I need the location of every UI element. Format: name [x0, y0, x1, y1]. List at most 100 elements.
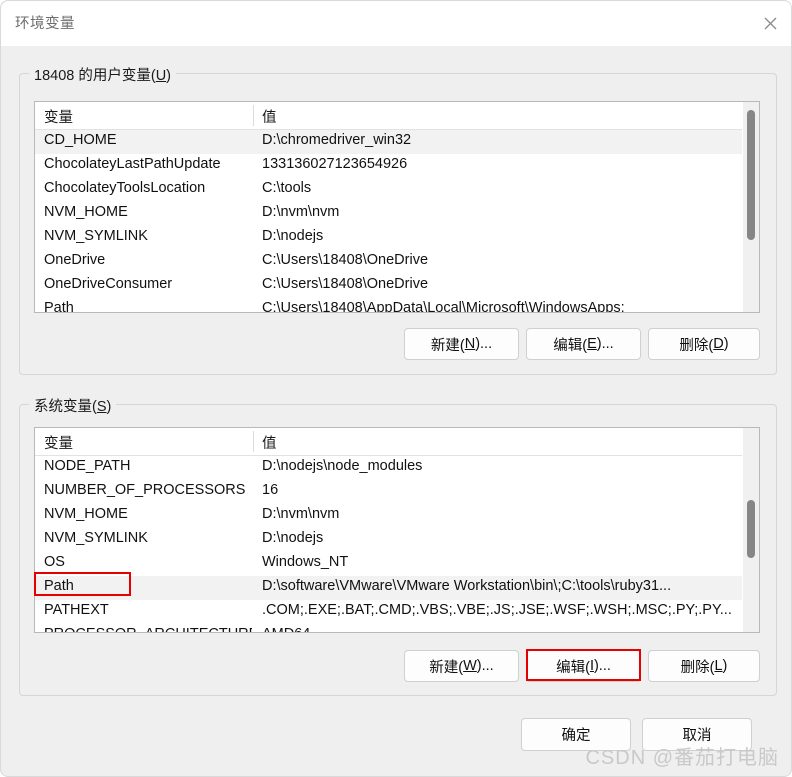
table-row[interactable]: NVM_HOME D:\nvm\nvm: [35, 202, 759, 226]
system-row-3-name: NVM_SYMLINK: [44, 530, 148, 546]
table-row[interactable]: NODE_PATH D:\nodejs\node_modules: [35, 456, 759, 480]
system-delete-prefix: 删除(: [680, 659, 715, 676]
user-edit-prefix: 编辑(: [553, 337, 588, 354]
user-row-1-name: ChocolateyLastPathUpdate: [44, 156, 221, 172]
watermark: CSDN @番茄打电脑: [585, 747, 779, 769]
system-row-7-value: AMD64: [262, 626, 732, 632]
user-edit-suffix: )...: [596, 336, 614, 352]
table-row[interactable]: OS Windows_NT: [35, 552, 759, 576]
system-row-4-name: OS: [44, 554, 65, 570]
system-row-2-value: D:\nvm\nvm: [262, 506, 340, 522]
user-delete-button[interactable]: 删除(D): [648, 328, 760, 360]
user-legend-suffix: ): [166, 68, 172, 84]
table-row[interactable]: PATHEXT .COM;.EXE;.BAT;.CMD;.VBS;.VBE;.J…: [35, 600, 759, 624]
window-title: 环境变量: [15, 16, 75, 32]
system-row-6-value: .COM;.EXE;.BAT;.CMD;.VBS;.VBE;.JS;.JSE;.…: [262, 602, 732, 618]
table-row[interactable]: NVM_HOME D:\nvm\nvm: [35, 504, 759, 528]
system-row-4-value: Windows_NT: [262, 554, 349, 570]
system-row-5-value: D:\software\VMware\VMware Workstation\bi…: [262, 578, 672, 594]
user-new-suffix: )...: [475, 336, 493, 352]
table-row[interactable]: NVM_SYMLINK D:\nodejs: [35, 226, 759, 250]
user-delete-suffix: ): [723, 336, 729, 352]
system-new-suffix: )...: [476, 658, 494, 674]
table-row[interactable]: ChocolateyLastPathUpdate 133136027123654…: [35, 154, 759, 178]
system-column-header-name[interactable]: 变量: [44, 432, 73, 453]
title-bar: 环境变量: [1, 1, 791, 46]
user-row-3-value: D:\nvm\nvm: [262, 204, 340, 220]
table-row[interactable]: OneDriveConsumer C:\Users\18408\OneDrive: [35, 274, 759, 298]
system-edit-prefix: 编辑(: [556, 659, 590, 676]
user-list-body: CD_HOME D:\chromedriver_win32 Chocolatey…: [35, 130, 759, 313]
environment-variables-dialog: 环境变量 18408 的用户变量(U) 变量 值 CD_HOME D:\chro…: [0, 0, 792, 777]
user-delete-prefix: 删除(: [679, 337, 714, 354]
user-row-5-name: OneDrive: [44, 252, 106, 268]
user-row-1-value: 133136027123654926: [262, 156, 408, 172]
user-row-0-name: CD_HOME: [44, 132, 117, 148]
system-new-accel: W: [463, 658, 477, 674]
user-new-accel: N: [464, 336, 476, 352]
table-row[interactable]: CD_HOME D:\chromedriver_win32: [35, 130, 759, 154]
table-row[interactable]: OneDrive C:\Users\18408\OneDrive: [35, 250, 759, 274]
system-legend-suffix: ): [106, 399, 112, 415]
user-variables-list[interactable]: 变量 值 CD_HOME D:\chromedriver_win32 Choco…: [34, 101, 760, 313]
user-new-button[interactable]: 新建(N)...: [404, 328, 519, 360]
table-row[interactable]: NUMBER_OF_PROCESSORS 16: [35, 480, 759, 504]
user-new-prefix: 新建(: [430, 337, 465, 354]
system-variables-list[interactable]: 变量 值 NODE_PATH D:\nodejs\node_modules NU…: [34, 427, 760, 633]
user-row-5-value: C:\Users\18408\OneDrive: [262, 252, 429, 268]
user-header-divider: [253, 105, 254, 126]
system-delete-button[interactable]: 删除(L): [648, 650, 760, 682]
system-list-scrollbar[interactable]: [742, 428, 759, 632]
table-row[interactable]: Path D:\software\VMware\VMware Workstati…: [35, 576, 759, 600]
system-row-0-value: D:\nodejs\node_modules: [262, 458, 423, 474]
user-row-4-name: NVM_SYMLINK: [44, 228, 148, 244]
user-row-7-value: C:\Users\18408\AppData\Local\Microsoft\W…: [262, 300, 625, 313]
system-row-1-value: 16: [262, 482, 279, 498]
table-row[interactable]: PROCESSOR_ARCHITECTURE AMD64: [35, 624, 759, 632]
user-row-0-value: D:\chromedriver_win32: [262, 132, 412, 148]
system-legend-prefix: 系统变量(: [34, 399, 97, 415]
system-row-6-name: PATHEXT: [44, 602, 109, 618]
table-row[interactable]: NVM_SYMLINK D:\nodejs: [35, 528, 759, 552]
user-row-6-value: C:\Users\18408\OneDrive: [262, 276, 429, 292]
system-row-2-name: NVM_HOME: [44, 506, 128, 522]
user-edit-accel: E: [587, 336, 597, 352]
table-row[interactable]: ChocolateyToolsLocation C:\tools: [35, 178, 759, 202]
system-list-header: 变量 值: [35, 428, 759, 456]
system-list-body: NODE_PATH D:\nodejs\node_modules NUMBER_…: [35, 456, 759, 632]
user-list-scrollbar[interactable]: [742, 102, 759, 312]
user-row-4-value: D:\nodejs: [262, 228, 324, 244]
user-variables-legend: 18408 的用户变量(U): [29, 64, 177, 85]
system-edit-suffix: )...: [593, 658, 611, 674]
system-delete-accel: L: [714, 658, 723, 674]
user-row-2-name: ChocolateyToolsLocation: [44, 180, 206, 196]
user-column-header-name[interactable]: 变量: [44, 106, 73, 127]
user-row-6-name: OneDriveConsumer: [44, 276, 173, 292]
system-delete-suffix: ): [722, 658, 728, 674]
system-new-button[interactable]: 新建(W)...: [404, 650, 519, 682]
close-button[interactable]: [747, 1, 791, 46]
table-row[interactable]: Path C:\Users\18408\AppData\Local\Micros…: [35, 298, 759, 313]
system-row-7-name: PROCESSOR_ARCHITECTURE: [44, 626, 252, 632]
system-edit-button[interactable]: 编辑(I)...: [526, 650, 641, 682]
system-header-divider: [253, 431, 254, 452]
close-icon: [764, 17, 777, 30]
system-new-prefix: 新建(: [429, 659, 464, 676]
user-edit-button[interactable]: 编辑(E)...: [526, 328, 641, 360]
system-row-3-value: D:\nodejs: [262, 530, 324, 546]
user-column-header-value[interactable]: 值: [262, 106, 277, 127]
system-row-1-name: NUMBER_OF_PROCESSORS: [44, 482, 246, 498]
system-column-header-value[interactable]: 值: [262, 432, 277, 453]
system-variables-legend: 系统变量(S): [29, 395, 117, 416]
user-row-2-value: C:\tools: [262, 180, 312, 196]
user-list-header: 变量 值: [35, 102, 759, 130]
user-delete-accel: D: [713, 336, 724, 352]
user-row-7-name: Path: [44, 300, 74, 313]
user-legend-prefix: 18408 的用户变量(: [34, 68, 156, 84]
system-row-5-name: Path: [44, 578, 74, 594]
system-list-scroll-thumb[interactable]: [747, 500, 755, 558]
system-row-0-name: NODE_PATH: [44, 458, 131, 474]
user-list-scroll-thumb[interactable]: [747, 110, 755, 240]
user-legend-accel: U: [155, 68, 167, 84]
user-row-3-name: NVM_HOME: [44, 204, 128, 220]
